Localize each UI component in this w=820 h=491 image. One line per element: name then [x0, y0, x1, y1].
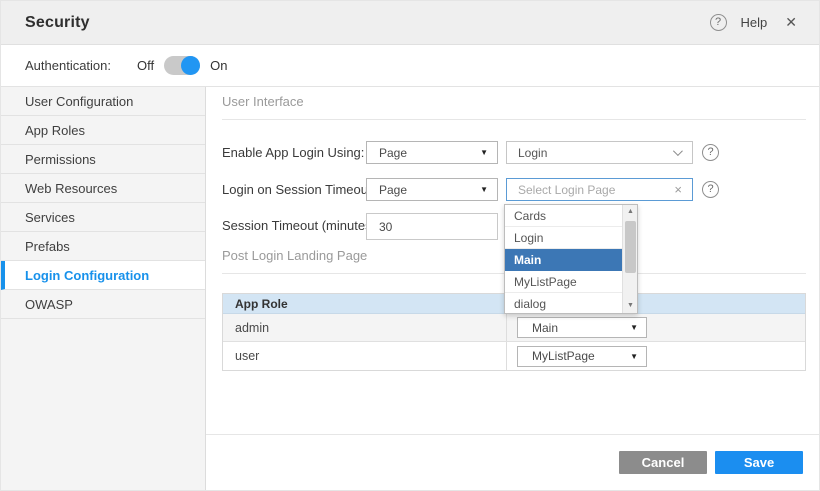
table-row: user MyListPage ▼: [223, 342, 805, 370]
help-link[interactable]: Help: [741, 15, 768, 30]
landing-page-cell: Main ▼: [507, 314, 805, 341]
scroll-up-icon[interactable]: ▲: [623, 205, 638, 219]
section-title-user-interface: User Interface: [222, 94, 304, 109]
app-role-cell: admin: [223, 314, 507, 341]
scroll-down-icon[interactable]: ▼: [623, 299, 638, 313]
dropdown-arrow-icon: ▼: [480, 148, 488, 157]
login-session-timeout-label: Login on Session Timeout:: [222, 182, 375, 197]
selected-value: Page: [367, 146, 407, 160]
section-title-post-login-landing: Post Login Landing Page: [222, 248, 367, 263]
session-timeout-minutes-label: Session Timeout (minutes):: [222, 218, 380, 233]
role-name: admin: [223, 321, 269, 335]
enable-app-login-help-icon[interactable]: ?: [702, 144, 719, 161]
dialog-header: Security ? Help ✕: [1, 1, 820, 45]
dialog-body: User Configuration App Roles Permissions…: [1, 87, 820, 491]
sidebar-item-app-roles[interactable]: App Roles: [1, 116, 205, 145]
settings-sidebar: User Configuration App Roles Permissions…: [1, 87, 206, 491]
selected-value: Page: [367, 183, 407, 197]
close-icon[interactable]: ✕: [781, 14, 801, 31]
dropdown-scrollbar[interactable]: ▲ ▼: [622, 205, 637, 313]
clear-icon[interactable]: ×: [674, 182, 682, 197]
dropdown-option-main[interactable]: Main: [505, 249, 622, 271]
dropdown-arrow-icon: ▼: [630, 323, 638, 332]
page-title: Security: [25, 14, 90, 32]
selected-value: MyListPage: [518, 349, 595, 363]
login-configuration-panel: User Interface Enable App Login Using: P…: [206, 87, 820, 491]
login-session-timeout-help-icon[interactable]: ?: [702, 181, 719, 198]
sidebar-item-owasp[interactable]: OWASP: [1, 290, 205, 319]
landing-page-cell: MyListPage ▼: [507, 342, 805, 370]
toggle-knob: [181, 56, 200, 75]
landing-page-select-admin[interactable]: Main ▼: [517, 317, 647, 338]
cancel-button[interactable]: Cancel: [619, 451, 707, 474]
column-header-app-role: App Role: [223, 297, 288, 311]
sidebar-item-permissions[interactable]: Permissions: [1, 145, 205, 174]
dropdown-option-login[interactable]: Login: [505, 227, 622, 249]
scrollbar-thumb[interactable]: [625, 221, 636, 273]
save-button[interactable]: Save: [715, 451, 803, 474]
toggle-off-label: Off: [137, 58, 154, 73]
section-divider: [222, 119, 806, 120]
authentication-toggle[interactable]: [164, 56, 200, 75]
enable-app-login-type-select[interactable]: Page ▼: [366, 141, 498, 164]
selected-value: Main: [518, 321, 558, 335]
sidebar-item-prefabs[interactable]: Prefabs: [1, 232, 205, 261]
authentication-label: Authentication:: [25, 58, 111, 73]
login-page-dropdown: Cards Login Main MyListPage dialog ▲ ▼: [504, 204, 638, 314]
combobox-value: Login: [507, 146, 547, 160]
login-session-timeout-page-combobox[interactable]: Select Login Page ×: [506, 178, 693, 201]
role-name: user: [223, 349, 259, 363]
authentication-bar: Authentication: Off On: [1, 45, 820, 87]
table-row: admin Main ▼: [223, 314, 805, 342]
header-actions: ? Help ✕: [710, 14, 801, 31]
dropdown-arrow-icon: ▼: [480, 185, 488, 194]
sidebar-item-user-configuration[interactable]: User Configuration: [1, 87, 205, 116]
session-timeout-minutes-input[interactable]: [366, 213, 498, 240]
dropdown-option-mylistpage[interactable]: MyListPage: [505, 271, 622, 293]
dropdown-option-dialog[interactable]: dialog: [505, 293, 622, 313]
dropdown-option-list: Cards Login Main MyListPage dialog: [505, 205, 622, 313]
enable-app-login-page-combobox[interactable]: Login: [506, 141, 693, 164]
sidebar-item-login-configuration[interactable]: Login Configuration: [1, 261, 205, 290]
sidebar-item-services[interactable]: Services: [1, 203, 205, 232]
combobox-placeholder: Select Login Page: [507, 183, 615, 197]
chevron-down-icon: [673, 146, 683, 156]
toggle-on-label: On: [210, 58, 227, 73]
login-session-timeout-type-select[interactable]: Page ▼: [366, 178, 498, 201]
app-role-cell: user: [223, 342, 507, 370]
dropdown-arrow-icon: ▼: [630, 352, 638, 361]
security-dialog: Security ? Help ✕ Authentication: Off On…: [0, 0, 820, 491]
landing-page-select-user[interactable]: MyListPage ▼: [517, 346, 647, 367]
enable-app-login-label: Enable App Login Using:: [222, 145, 364, 160]
sidebar-item-web-resources[interactable]: Web Resources: [1, 174, 205, 203]
help-icon[interactable]: ?: [710, 14, 727, 31]
dropdown-option-cards[interactable]: Cards: [505, 205, 622, 227]
footer-divider: [206, 434, 820, 435]
